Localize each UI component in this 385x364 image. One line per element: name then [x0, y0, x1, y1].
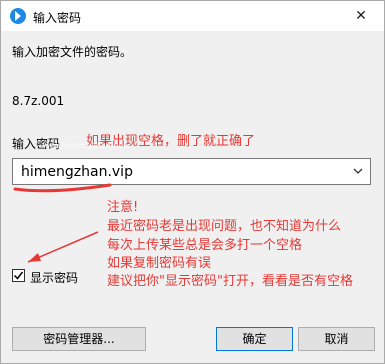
show-password-label[interactable]: 显示密码: [30, 269, 78, 286]
window-title: 输入密码: [33, 11, 82, 25]
password-input[interactable]: himengzhan.vip: [21, 164, 133, 180]
ok-button[interactable]: 确定: [216, 327, 293, 351]
annotation-note-line: 如果复制密码有误: [107, 256, 212, 271]
title-bar: 输入密码 ✕: [1, 1, 384, 31]
chevron-down-icon[interactable]: [352, 165, 364, 177]
cancel-button[interactable]: 取消: [298, 327, 375, 351]
annotation-note-line: 建议把你"显示密码"打开，看看是否有空格: [107, 274, 353, 289]
annotation-note-line: 注意!: [107, 200, 139, 215]
password-dialog: 输入密码 ✕ 输入加密文件的密码。 8.7z.001 输入密码 himengzh…: [0, 0, 385, 364]
prompt-text: 输入加密文件的密码。: [12, 45, 133, 59]
annotation-note-line: 最近密码老是出现问题，也不知道为什么: [107, 219, 342, 234]
annotation-note-line: 每次上传某些总是会多打一个空格: [107, 238, 303, 253]
password-combobox[interactable]: himengzhan.vip: [12, 158, 371, 185]
show-password-checkbox[interactable]: [12, 269, 25, 282]
app-logo-icon: [10, 8, 26, 24]
watermark: www.himengzhan.net: [40, 141, 127, 150]
close-button[interactable]: ✕: [346, 4, 376, 28]
password-manager-button[interactable]: 密码管理器...: [12, 327, 146, 351]
file-name: 8.7z.001: [12, 94, 65, 108]
checkmark-icon: [13, 271, 24, 280]
